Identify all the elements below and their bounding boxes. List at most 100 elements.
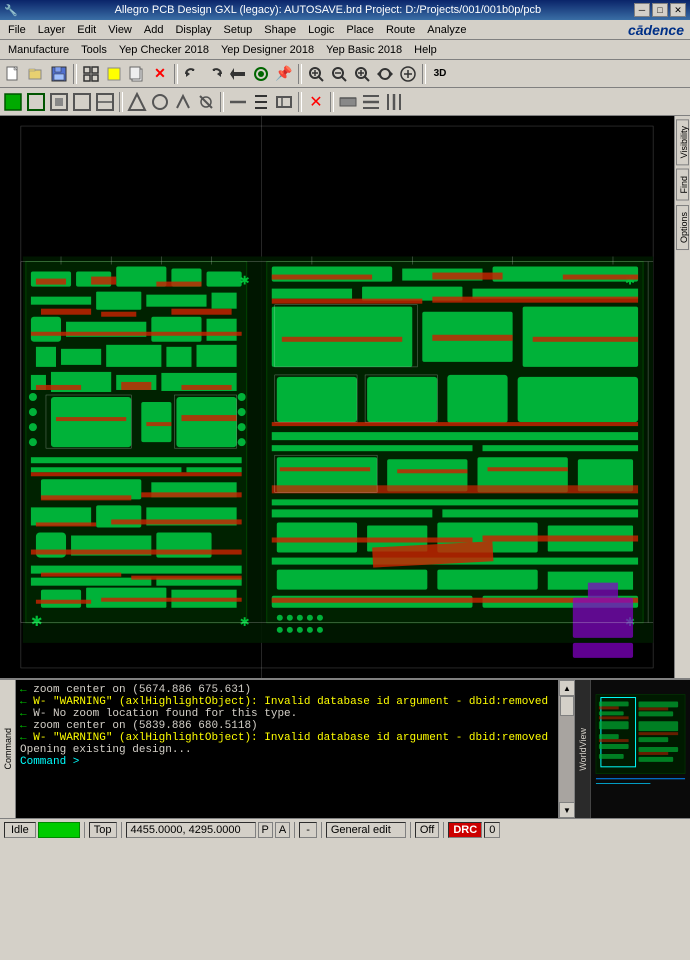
svg-text:✱: ✱	[240, 615, 250, 629]
menu-help[interactable]: Help	[408, 42, 443, 58]
worldview-panel: WorldView	[574, 680, 690, 818]
tb-copy-button[interactable]	[126, 63, 148, 85]
tb-redo-button[interactable]	[204, 63, 226, 85]
console-scroll-up[interactable]: ▲	[559, 680, 575, 696]
menu-bar-1: File Layer Edit View Add Display Setup S…	[0, 20, 690, 40]
tb-zoomin-button[interactable]	[328, 63, 350, 85]
tb-undo-button[interactable]	[181, 63, 203, 85]
tb2-btn-13[interactable]: ✕	[305, 91, 327, 113]
options-tab[interactable]: Options	[676, 205, 689, 250]
status-green-indicator	[38, 822, 80, 838]
status-divider-1	[84, 822, 85, 838]
tb-highlight-button[interactable]	[103, 63, 125, 85]
tb-save-button[interactable]	[48, 63, 70, 85]
console-scroll-thumb[interactable]	[560, 696, 574, 716]
menu-place[interactable]: Place	[340, 22, 380, 38]
menu-display[interactable]: Display	[169, 22, 217, 38]
menu-manufacture[interactable]: Manufacture	[2, 42, 75, 58]
tb2-btn-16[interactable]	[383, 91, 405, 113]
menu-setup[interactable]: Setup	[218, 22, 259, 38]
menu-yep-designer[interactable]: Yep Designer 2018	[215, 42, 320, 58]
status-coord-a[interactable]: A	[275, 822, 290, 838]
menu-route[interactable]: Route	[380, 22, 421, 38]
status-coord-p[interactable]: P	[258, 822, 273, 838]
tb-3d-button[interactable]: 3D	[429, 63, 451, 85]
tb2-btn-2[interactable]	[25, 91, 47, 113]
tb2-btn-15[interactable]	[360, 91, 382, 113]
maximize-button[interactable]: □	[652, 3, 668, 17]
tb-grid-button[interactable]	[80, 63, 102, 85]
status-edit-mode: General edit	[326, 822, 406, 838]
console-label: Command	[3, 728, 13, 770]
tb2-btn-7[interactable]	[149, 91, 171, 113]
tb-separator-3	[298, 64, 302, 84]
status-separator: -	[299, 822, 317, 838]
menu-view[interactable]: View	[102, 22, 138, 38]
tb2-separator-2	[220, 92, 224, 112]
tb-refresh-button[interactable]	[374, 63, 396, 85]
worldview-label: WorldView	[575, 680, 591, 818]
tb2-btn-12[interactable]	[273, 91, 295, 113]
status-divider-5	[410, 822, 411, 838]
close-button[interactable]: ✕	[670, 3, 686, 17]
menu-yep-checker[interactable]: Yep Checker 2018	[113, 42, 215, 58]
console-scrollbar: ▲ ▼	[558, 680, 574, 818]
tb2-btn-10[interactable]	[227, 91, 249, 113]
tb-zoomfit-button[interactable]	[305, 63, 327, 85]
worldview-content[interactable]	[591, 680, 690, 818]
tb2-btn-9[interactable]	[195, 91, 217, 113]
status-divider-6	[443, 822, 444, 838]
tb-delete-button[interactable]: ✕	[149, 63, 171, 85]
menu-analyze[interactable]: Analyze	[421, 22, 472, 38]
tb2-btn-14[interactable]	[337, 91, 359, 113]
menu-layer[interactable]: Layer	[32, 22, 72, 38]
tb-zoomout-button[interactable]	[351, 63, 373, 85]
tb2-btn-3[interactable]	[48, 91, 70, 113]
tb-pan-button[interactable]	[397, 63, 419, 85]
svg-text:✱: ✱	[240, 274, 250, 288]
tb2-btn-8[interactable]	[172, 91, 194, 113]
minimize-button[interactable]: ─	[634, 3, 650, 17]
status-drc: DRC	[448, 822, 482, 838]
menu-add[interactable]: Add	[138, 22, 170, 38]
svg-text:✱: ✱	[31, 613, 43, 629]
tb2-btn-5[interactable]	[94, 91, 116, 113]
tb-open-button[interactable]	[25, 63, 47, 85]
tb-prev-button[interactable]	[227, 63, 249, 85]
menu-logic[interactable]: Logic	[302, 22, 340, 38]
tb2-btn-6[interactable]	[126, 91, 148, 113]
menu-tools[interactable]: Tools	[75, 42, 113, 58]
tb2-separator-3	[298, 92, 302, 112]
status-divider-2	[121, 822, 122, 838]
console-line-2: ← W- "WARNING" (axlHighlightObject): Inv…	[20, 696, 554, 708]
visibility-tab[interactable]: Visibility	[676, 119, 689, 165]
tb-next-button[interactable]	[250, 63, 272, 85]
status-idle: Idle	[4, 822, 36, 838]
tb2-btn-1[interactable]	[2, 91, 24, 113]
menu-yep-basic[interactable]: Yep Basic 2018	[320, 42, 408, 58]
find-tab[interactable]: Find	[676, 169, 689, 201]
console-scroll-down[interactable]: ▼	[559, 802, 575, 818]
status-count: 0	[484, 822, 500, 838]
cadence-logo: cādence	[628, 22, 688, 38]
status-coords: 4455.0000, 4295.0000	[126, 822, 256, 838]
tb-separator-1	[73, 64, 77, 84]
main-area: ✱ ✱ ✱ ✱ ✱	[0, 116, 690, 678]
tb2-separator-4	[330, 92, 334, 112]
menu-shape[interactable]: Shape	[258, 22, 302, 38]
pcb-canvas[interactable]: ✱ ✱ ✱ ✱ ✱	[0, 116, 674, 678]
tb2-btn-4[interactable]	[71, 91, 93, 113]
toolbar-1: ✕ 📌 3D	[0, 60, 690, 88]
pcb-visualization: ✱ ✱ ✱ ✱ ✱	[0, 116, 674, 678]
app-icon: 🔧	[4, 4, 18, 17]
menu-file[interactable]: File	[2, 22, 32, 38]
menu-bar-2: Manufacture Tools Yep Checker 2018 Yep D…	[0, 40, 690, 60]
console-line-1: ← zoom center on (5674.886 675.631)	[20, 684, 554, 696]
tb-pin-button[interactable]: 📌	[273, 63, 295, 85]
title-controls: ─ □ ✕	[634, 3, 686, 17]
tb2-btn-11[interactable]	[250, 91, 272, 113]
tb-new-button[interactable]	[2, 63, 24, 85]
menu-edit[interactable]: Edit	[71, 22, 102, 38]
console-line-3: ← W- No zoom location found for this typ…	[20, 708, 554, 720]
console-output: ← zoom center on (5674.886 675.631) ← W-…	[16, 680, 558, 818]
